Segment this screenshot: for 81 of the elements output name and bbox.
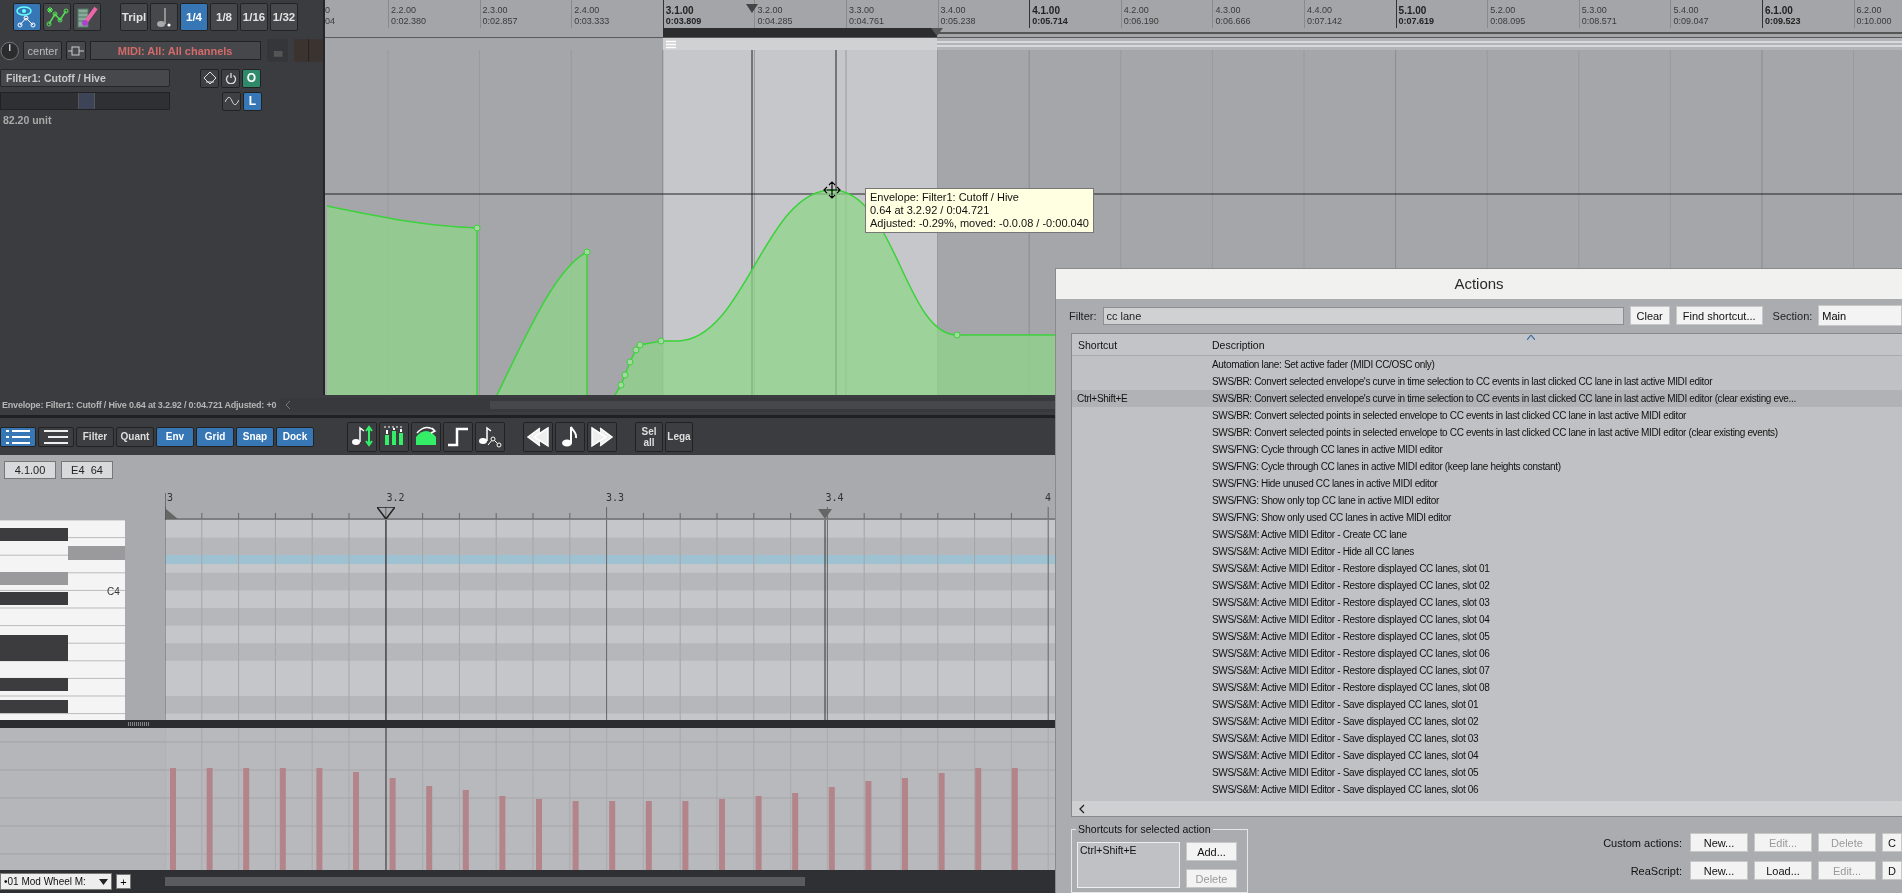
- beat-label: 4: [1045, 492, 1052, 503]
- action-description: SWS/S&M: Active MIDI Editor - Restore displayed CC lanes, slot 01: [1212, 563, 1490, 575]
- time-label: 0:04.285: [757, 16, 793, 27]
- action-description: SWS/BR: Convert selected envelope's curve in time selection to CC events in last clicked CC lane in last active MIDI editor (clear existing eve...: [1212, 393, 1796, 405]
- bar-label: 5.2.00: [1490, 5, 1517, 16]
- row-label: ReaScript:: [1630, 864, 1682, 877]
- bar-label: 5.3.00: [1581, 5, 1608, 16]
- bar-label: 6.1.00: [1765, 5, 1794, 16]
- value-label: 82.20 unit: [2, 114, 53, 126]
- action-description: SWS/S&M: Active MIDI Editor - Hide all CC lanes: [1212, 546, 1414, 558]
- time-label: 0:02.380: [391, 16, 427, 27]
- time-label: 0:07.619: [1398, 16, 1435, 27]
- action-description: SWS/S&M: Active MIDI Editor - Restore displayed CC lanes, slot 07: [1212, 665, 1490, 677]
- bar-label: 6.2.00: [1856, 5, 1883, 16]
- action-description: SWS/S&M: Active MIDI Editor - Save displayed CC lanes, slot 05: [1212, 767, 1479, 779]
- time-label: 0:05.714: [1032, 16, 1068, 27]
- beat-label: 3.4: [825, 492, 844, 503]
- time-label: 0:03.333: [574, 16, 610, 27]
- bar-label: 3.2.00: [757, 5, 784, 16]
- bar-label: 3.1.00: [665, 5, 695, 16]
- row-label: Custom actions:: [1603, 836, 1682, 849]
- key-label: C4: [107, 586, 120, 597]
- action-description: SWS/BR: Convert selected envelope's curve in time selection to CC events in last clicked CC lane in last active MIDI editor: [1212, 376, 1713, 388]
- action-description: SWS/S&M: Active MIDI Editor - Restore displayed CC lanes, slot 04: [1212, 614, 1490, 626]
- action-description: SWS/S&M: Active MIDI Editor - Restore displayed CC lanes, slot 08: [1212, 682, 1490, 694]
- action-description: SWS/BR: Convert selected points in selected envelope to CC events in last clicked CC lane in last active MIDI editor (clear existing events): [1212, 427, 1778, 439]
- bar-label: 4.4.00: [1307, 5, 1334, 16]
- action-description: SWS/FNG: Show only top CC lane in active MIDI editor: [1212, 495, 1439, 507]
- bar-label: 2.4.00: [574, 5, 601, 16]
- bar-label: 2.2.00: [391, 5, 418, 16]
- bar-label: 3.3.00: [849, 5, 876, 16]
- shortcut-text: Ctrl+Shift+E: [1076, 393, 1129, 405]
- beat-label: 3: [167, 492, 174, 503]
- beat-label: 3.3: [606, 492, 625, 503]
- time-label: 0:08.095: [1490, 16, 1526, 27]
- action-description: SWS/S&M: Active MIDI Editor - Save displayed CC lanes, slot 03: [1212, 733, 1479, 745]
- action-description: SWS/FNG: Cycle through CC lanes in active MIDI editor (keep lane heights constant): [1212, 461, 1561, 473]
- action-description: SWS/S&M: Active MIDI Editor - Save displayed CC lanes, slot 04: [1212, 750, 1479, 762]
- action-description: SWS/S&M: Active MIDI Editor - Save displayed CC lanes, slot 06: [1212, 784, 1479, 796]
- tooltip-text: Adjusted: -0.29%, moved: -0.0.08 / -0:00.040: [870, 217, 1089, 230]
- action-description: Automation lane: Set active fader (MIDI CC/OSC only): [1212, 359, 1435, 371]
- time-label: 0:07.142: [1307, 16, 1343, 27]
- time-label: 0:09.047: [1673, 16, 1709, 27]
- action-description: SWS/FNG: Cycle through CC lanes in active MIDI editor: [1212, 444, 1443, 456]
- envelope-status-text: Envelope: Filter1: Cutoff / Hive 0.64 at 3.2.92 / 0:04.721 Adjusted: +0: [1, 400, 278, 410]
- filter-label: Filter:: [1069, 309, 1097, 322]
- action-description: SWS/S&M: Active MIDI Editor - Save displayed CC lanes, slot 02: [1212, 716, 1479, 728]
- action-description: SWS/FNG: Show only used CC lanes in active MIDI editor: [1212, 512, 1451, 524]
- bar-label: 4.3.00: [1215, 5, 1242, 16]
- action-description: SWS/FNG: Hide unused CC lanes in active MIDI editor: [1212, 478, 1438, 490]
- bar-label: 0: [325, 5, 331, 16]
- time-label: 0:02.857: [482, 16, 518, 27]
- time-label: 04: [325, 16, 335, 27]
- time-label: 0:06.190: [1123, 16, 1159, 27]
- bar-label: 2.3.00: [482, 5, 509, 16]
- bar-label: 4.1.00: [1032, 5, 1061, 16]
- window-title: Actions: [1056, 269, 1902, 299]
- time-label: 0:10.000: [1856, 16, 1892, 27]
- action-description: SWS/BR: Convert selected points in selected envelope to CC events in last clicked CC lane in last active MIDI editor: [1212, 410, 1687, 422]
- action-description: SWS/S&M: Active MIDI Editor - Restore displayed CC lanes, slot 03: [1212, 597, 1490, 609]
- time-label: 0:05.238: [940, 16, 976, 27]
- bar-label: 5.1.00: [1398, 5, 1428, 16]
- action-description: SWS/S&M: Active MIDI Editor - Restore displayed CC lanes, slot 02: [1212, 580, 1490, 592]
- bar-label: 5.4.00: [1673, 5, 1700, 16]
- tooltip-text: Envelope: Filter1: Cutoff / Hive: [870, 191, 1020, 204]
- cc-lane-name: •01 Mod Wheel M:: [4, 876, 86, 887]
- time-label: 0:08.571: [1581, 16, 1617, 27]
- tooltip-text: 0.64 at 3.2.92 / 0:04.721: [870, 204, 991, 217]
- action-description: SWS/S&M: Active MIDI Editor - Restore displayed CC lanes, slot 05: [1212, 631, 1490, 643]
- action-description: SWS/S&M: Active MIDI Editor - Create CC lane: [1212, 529, 1407, 541]
- time-label: 0:09.523: [1765, 16, 1801, 27]
- beat-label: 3.2: [386, 492, 405, 503]
- section-label: Section:: [1772, 309, 1813, 322]
- group-title: Shortcuts for selected action: [1076, 823, 1213, 835]
- time-label: 0:04.761: [849, 16, 885, 27]
- bar-label: 4.2.00: [1123, 5, 1150, 16]
- action-description: SWS/S&M: Active MIDI Editor - Save displayed CC lanes, slot 01: [1212, 699, 1479, 711]
- bar-label: 3.4.00: [940, 5, 967, 16]
- time-label: 0:03.809: [665, 16, 702, 27]
- time-label: 0:06.666: [1215, 16, 1251, 27]
- action-description: SWS/S&M: Active MIDI Editor - Restore displayed CC lanes, slot 06: [1212, 648, 1490, 660]
